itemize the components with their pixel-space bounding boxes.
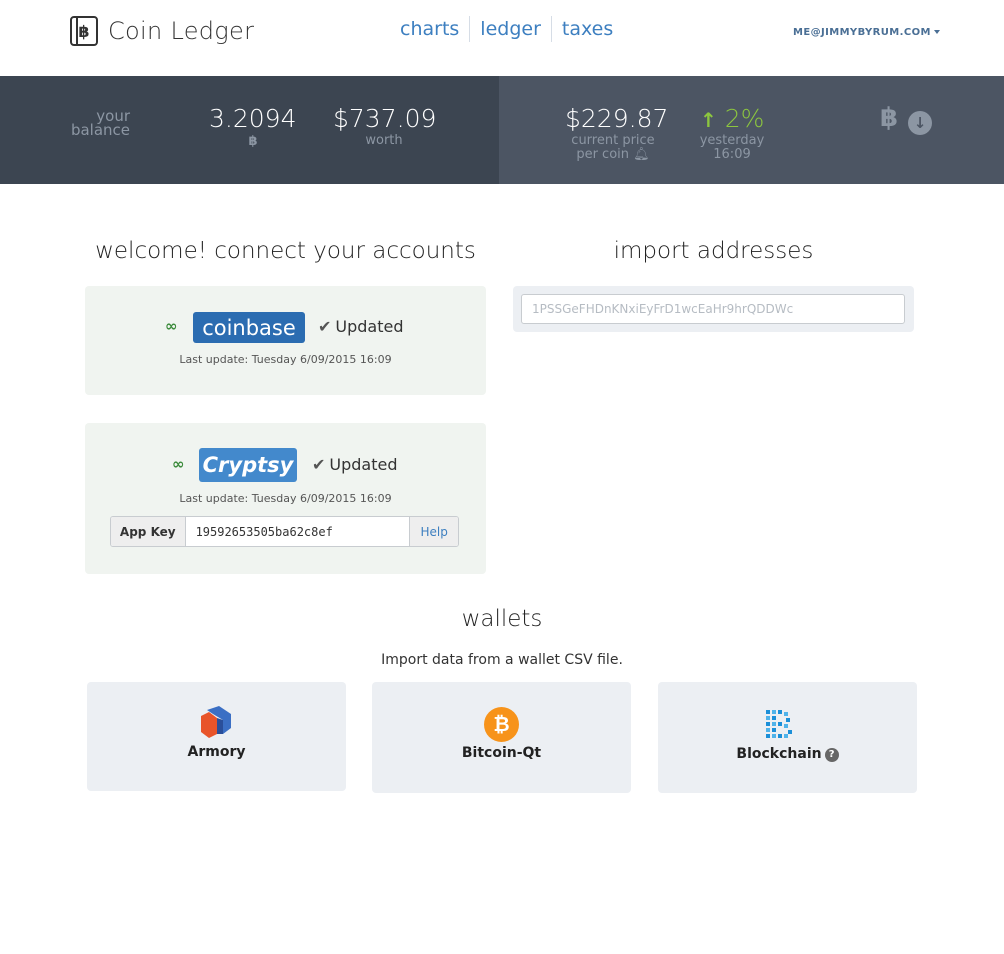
bitcoin-currency-icon[interactable]: ฿ bbox=[877, 105, 901, 131]
balance-label-line2: balance bbox=[70, 121, 130, 139]
app-title: Coin Ledger bbox=[108, 17, 255, 45]
help-button[interactable]: Help bbox=[409, 517, 458, 546]
bitcoin-ledger-icon: ฿ bbox=[70, 16, 98, 46]
armory-label: Armory bbox=[187, 744, 246, 760]
bitcoin-icon-glyph: ₿ bbox=[493, 712, 510, 736]
logo-glyph: ฿ bbox=[78, 21, 90, 41]
check-icon: ✔ bbox=[312, 455, 326, 474]
cryptsy-status: ✔ Updated bbox=[312, 455, 398, 474]
stats-band: your balance 3.2094 ฿ $737.09 worth $229… bbox=[0, 76, 1004, 184]
wallets-title: wallets bbox=[461, 606, 543, 632]
price-label: current price per coin 🔔︎ bbox=[563, 134, 663, 162]
coinbase-status: ✔ Updated bbox=[318, 317, 404, 336]
import-addresses-title: import addresses bbox=[613, 238, 814, 264]
caret-down-icon bbox=[933, 30, 940, 34]
connect-accounts-title: welcome! connect your accounts bbox=[95, 238, 476, 264]
nav-charts[interactable]: charts bbox=[390, 16, 471, 42]
change-label-line2: 16:09 bbox=[713, 147, 751, 162]
link-icon[interactable]: ∞ bbox=[172, 455, 185, 473]
logo[interactable]: ฿ Coin Ledger bbox=[70, 16, 254, 46]
nav-taxes[interactable]: taxes bbox=[552, 16, 623, 42]
address-input[interactable]: 1PSSGeFHDnKNxiEyFrD1wcEaHr9hrQDDWc bbox=[521, 294, 905, 324]
coinbase-status-text: Updated bbox=[335, 317, 404, 336]
blockchain-icon bbox=[766, 710, 792, 738]
armory-icon bbox=[201, 706, 231, 738]
bitcoin-icon: ₿ bbox=[484, 707, 519, 742]
main-nav: charts ledger taxes bbox=[390, 16, 623, 42]
cryptsy-logo[interactable]: Cryptsy bbox=[199, 448, 297, 482]
price-change-value: 2% bbox=[724, 104, 765, 133]
price-change: ↑ 2% bbox=[700, 104, 764, 133]
change-label: yesterday 16:09 bbox=[694, 134, 770, 162]
bitcoin-qt-label: Bitcoin-Qt bbox=[461, 745, 542, 761]
wallets-subtitle: Import data from a wallet CSV file. bbox=[381, 652, 623, 668]
arrow-down-circle-icon[interactable]: ↓ bbox=[908, 111, 932, 135]
balance-btc: 3.2094 bbox=[209, 104, 297, 133]
balance-panel: your balance 3.2094 ฿ $737.09 worth bbox=[0, 76, 499, 184]
user-menu[interactable]: ME@JIMMYBYRUM.COM bbox=[793, 27, 940, 38]
app-key-group: App Key 19592653505ba62c8ef Help bbox=[110, 516, 459, 547]
check-icon: ✔ bbox=[318, 317, 332, 336]
bell-icon[interactable]: 🔔︎ bbox=[633, 147, 650, 162]
balance-usd: $737.09 bbox=[333, 104, 437, 133]
wallet-bitcoin-qt[interactable]: ₿ Bitcoin-Qt bbox=[372, 682, 631, 793]
coinbase-logo[interactable]: coinbase bbox=[193, 312, 305, 343]
coinbase-panel: ∞ coinbase ✔ Updated Last update: Tuesday… bbox=[85, 286, 486, 395]
cryptsy-panel: ∞ Cryptsy ✔ Updated Last update: Tuesday … bbox=[85, 423, 486, 574]
import-addresses-panel: 1PSSGeFHDnKNxiEyFrD1wcEaHr9hrQDDWc bbox=[513, 286, 914, 332]
current-price: $229.87 bbox=[565, 104, 669, 133]
cryptsy-status-text: Updated bbox=[329, 455, 398, 474]
cryptsy-last-update: Last update: Tuesday 6/09/2015 16:09 bbox=[179, 492, 392, 505]
price-label-line1: current price bbox=[571, 133, 655, 148]
app-key-label: App Key bbox=[111, 517, 186, 546]
wallet-armory[interactable]: Armory bbox=[87, 682, 346, 791]
bitcoin-icon: ฿ bbox=[248, 134, 258, 149]
balance-label: your balance bbox=[60, 109, 130, 139]
wallet-blockchain[interactable]: Blockchain? bbox=[658, 682, 917, 793]
user-email: ME@JIMMYBYRUM.COM bbox=[793, 27, 931, 38]
blockchain-label-text: Blockchain bbox=[736, 746, 822, 762]
price-label-text: per coin bbox=[576, 147, 630, 162]
navbar: ฿ Coin Ledger charts ledger taxes ME@JIM… bbox=[0, 0, 1004, 76]
app-key-input[interactable]: 19592653505ba62c8ef bbox=[185, 517, 410, 546]
nav-ledger[interactable]: ledger bbox=[470, 16, 552, 42]
coinbase-last-update: Last update: Tuesday 6/09/2015 16:09 bbox=[179, 353, 392, 366]
change-label-line1: yesterday bbox=[699, 133, 765, 148]
price-label-line2: per coin 🔔︎ bbox=[563, 148, 663, 162]
blockchain-label: Blockchain? bbox=[658, 746, 917, 762]
arrow-up-icon: ↑ bbox=[700, 108, 717, 132]
price-panel: $229.87 current price per coin 🔔︎ ↑ 2% y… bbox=[499, 76, 1004, 184]
worth-label: worth bbox=[365, 133, 403, 148]
link-icon[interactable]: ∞ bbox=[165, 317, 178, 335]
question-circle-icon[interactable]: ? bbox=[824, 748, 839, 762]
